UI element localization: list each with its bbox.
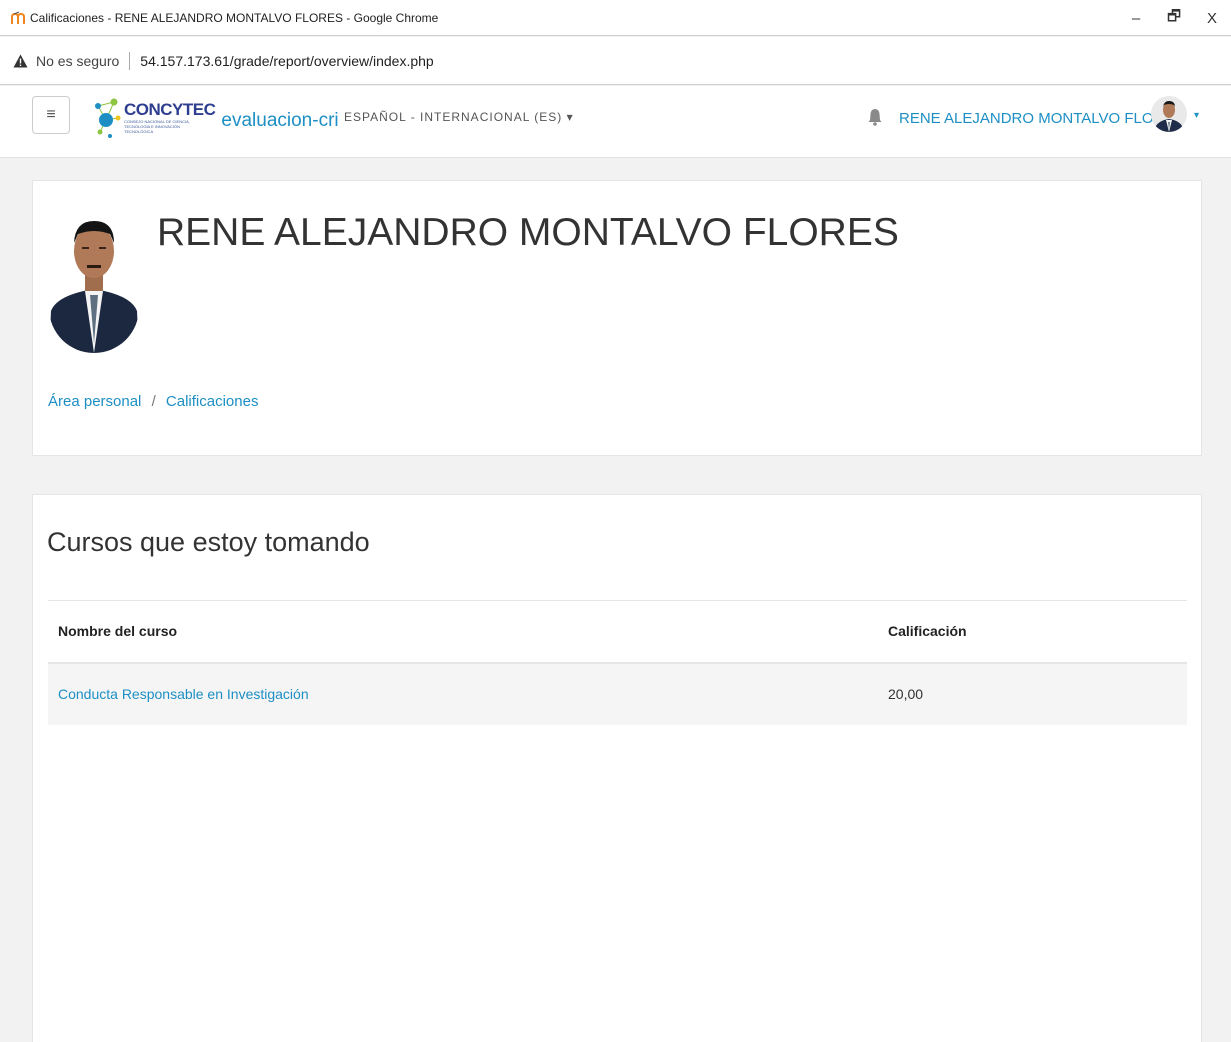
grade-cell: 20,00 xyxy=(878,662,1187,725)
courses-section-title: Cursos que estoy tomando xyxy=(47,527,370,557)
warning-icon[interactable] xyxy=(12,53,28,69)
breadcrumb-separator: / xyxy=(151,393,156,410)
page-title: RENE ALEJANDRO MONTALVO FLORES xyxy=(157,211,899,254)
breadcrumb: Área personal / Calificaciones xyxy=(48,393,258,410)
language-menu[interactable]: ESPAÑOL - INTERNACIONAL (ES) ▾ xyxy=(344,110,574,124)
grades-table: Nombre del curso Calificación Conducta R… xyxy=(48,600,1187,725)
courses-card: Cursos que estoy tomando Nombre del curs… xyxy=(32,494,1202,1042)
url-text[interactable]: 54.157.173.61/grade/report/overview/inde… xyxy=(140,53,433,69)
window-controls: – 🗗 X xyxy=(1117,0,1231,36)
brand-name: CONCYTEC xyxy=(124,99,216,119)
breadcrumb-home-link[interactable]: Área personal xyxy=(48,393,141,410)
table-header-row: Nombre del curso Calificación xyxy=(48,600,1187,664)
site-navbar: ≡ CONCYTEC CONSEJO NACIONAL DE CIENCIA, … xyxy=(0,86,1231,158)
site-logo[interactable]: CONCYTEC CONSEJO NACIONAL DE CIENCIA, TE… xyxy=(92,92,339,142)
menu-toggle-button[interactable]: ≡ xyxy=(32,96,70,134)
browser-title-bar: Calificaciones - RENE ALEJANDRO MONTALVO… xyxy=(0,0,1231,36)
security-label[interactable]: No es seguro xyxy=(36,53,119,69)
close-button[interactable]: X xyxy=(1193,0,1231,36)
user-menu-name[interactable]: RENE ALEJANDRO MONTALVO FLORES xyxy=(899,110,1184,127)
concytec-logo-icon xyxy=(95,98,121,138)
breadcrumb-grades-link[interactable]: Calificaciones xyxy=(166,393,259,410)
user-menu-caret-icon[interactable]: ▾ xyxy=(1194,110,1199,121)
minimize-button[interactable]: – xyxy=(1117,0,1155,36)
column-header-grade: Calificación xyxy=(878,600,1187,664)
address-bar[interactable]: No es seguro 54.157.173.61/grade/report/… xyxy=(0,37,1231,85)
restore-button[interactable]: 🗗 xyxy=(1155,0,1193,36)
address-separator xyxy=(129,51,131,70)
window-title: Calificaciones - RENE ALEJANDRO MONTALVO… xyxy=(30,10,439,25)
course-link[interactable]: Conducta Responsable en Investigación xyxy=(58,686,309,702)
brand-subtitle: CONSEJO NACIONAL DE CIENCIA, TECNOLOGÍA … xyxy=(124,118,190,134)
bell-icon[interactable] xyxy=(868,108,882,126)
site-name[interactable]: evaluacion-cri xyxy=(221,110,338,132)
chevron-down-icon: ▾ xyxy=(566,110,574,124)
moodle-app-icon xyxy=(10,10,26,26)
page-header-card: RENE ALEJANDRO MONTALVO FLORES Área pers… xyxy=(32,180,1202,456)
column-header-course: Nombre del curso xyxy=(48,600,878,664)
profile-picture xyxy=(49,203,139,353)
user-avatar[interactable] xyxy=(1151,96,1187,132)
language-label: ESPAÑOL - INTERNACIONAL (ES) xyxy=(344,110,563,124)
table-row: Conducta Responsable en Investigación 20… xyxy=(48,662,1187,725)
course-cell: Conducta Responsable en Investigación xyxy=(48,662,878,725)
